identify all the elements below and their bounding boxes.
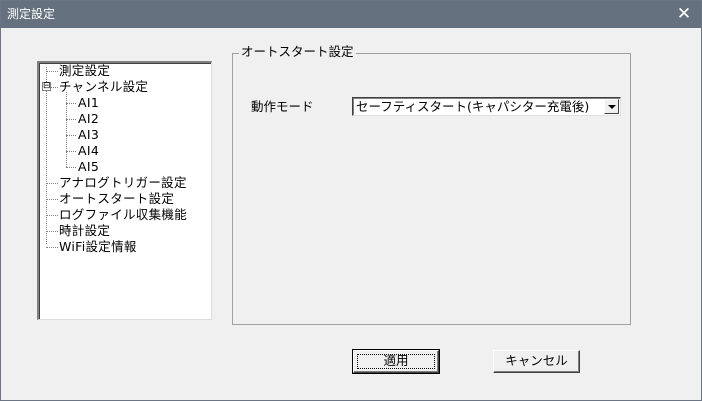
collapse-icon[interactable]: ⊟ [42,82,51,91]
focus-rect [357,354,435,369]
tree-connector [46,183,58,184]
operation-mode-select[interactable]: セーフティスタート(キャパシター充電後) [352,97,621,116]
cancel-button-label: キャンセル [505,353,568,368]
tree-item-measurement-settings[interactable]: 測定設定 [59,63,110,79]
dialog-client-area: ⊟ 測定設定 チャンネル設定 AI1 AI2 AI3 AI4 AI5 アナログト… [1,28,701,400]
operation-mode-value: セーフティスタート(キャパシター充電後) [356,99,590,114]
tree-connector [46,199,58,200]
tree-item-auto-start[interactable]: オートスタート設定 [59,191,174,207]
group-box-title: オートスタート設定 [239,44,356,59]
auto-start-group-box [232,53,631,325]
tree-item-ai1[interactable]: AI1 [78,95,99,111]
close-icon[interactable]: ✕ [671,3,697,25]
operation-mode-label: 動作モード [251,99,314,114]
tree-item-wifi-info[interactable]: WiFi設定情報 [59,239,137,255]
tree-connector [66,119,76,120]
settings-tree[interactable]: ⊟ 測定設定 チャンネル設定 AI1 AI2 AI3 AI4 AI5 アナログト… [37,61,212,320]
tree-connector [46,215,58,216]
tree-item-log-file-collection[interactable]: ログファイル収集機能 [59,207,187,223]
tree-item-ai3[interactable]: AI3 [78,127,99,143]
window-title: 測定設定 [7,7,56,21]
tree-connector [46,71,58,72]
tree-item-ai4[interactable]: AI4 [78,143,99,159]
tree-connector [66,103,76,104]
tree-connector [46,231,58,232]
tree-connector [51,87,58,88]
dropdown-arrow-icon[interactable] [604,99,619,114]
tree-item-ai5[interactable]: AI5 [78,159,99,175]
tree-connector [66,151,76,152]
cancel-button[interactable]: キャンセル [493,350,580,373]
tree-item-analog-trigger[interactable]: アナログトリガー設定 [59,175,187,191]
tree-item-ai2[interactable]: AI2 [78,111,99,127]
tree-root-connector [46,67,47,244]
apply-button[interactable]: 適用 [352,349,440,374]
tree-connector [66,167,76,168]
tree-connector [46,247,58,248]
tree-item-clock-settings[interactable]: 時計設定 [59,223,110,239]
tree-item-channel-settings[interactable]: チャンネル設定 [59,79,148,95]
title-bar[interactable]: 測定設定 ✕ [1,1,701,28]
tree-connector [66,135,76,136]
settings-dialog: 測定設定 ✕ ⊟ 測定設定 チャンネル設定 AI1 AI2 AI3 AI4 AI… [0,0,702,401]
